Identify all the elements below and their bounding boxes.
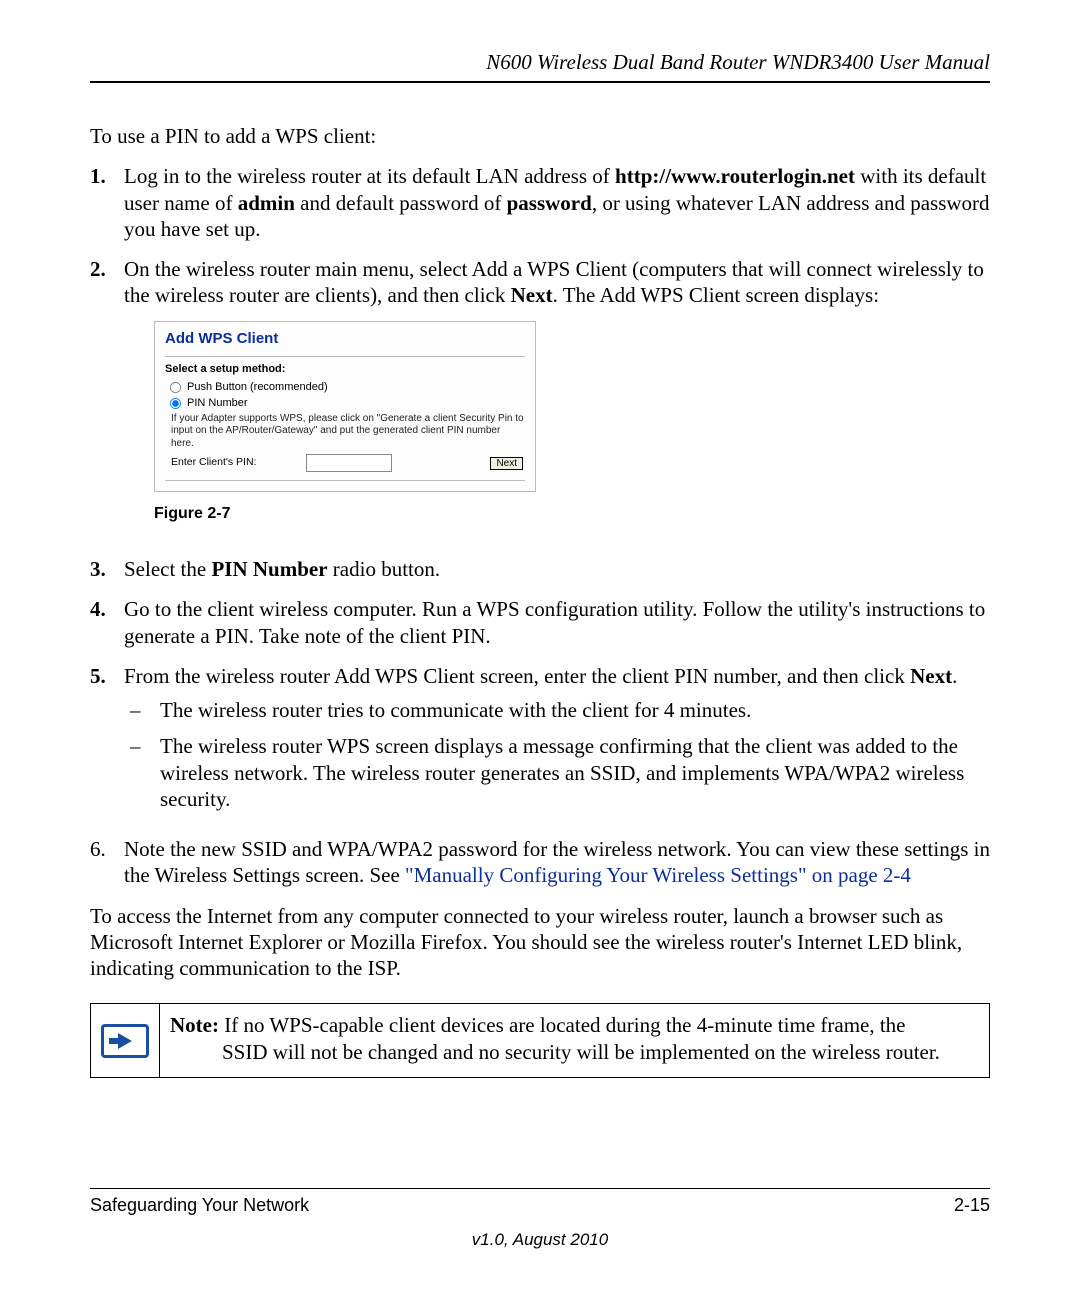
enter-pin-label: Enter Client's PIN: bbox=[171, 456, 256, 469]
step-number-3: 3. bbox=[90, 556, 124, 582]
radio-push-button[interactable]: Push Button (recommended) bbox=[169, 381, 525, 395]
radio-pin-input[interactable] bbox=[170, 398, 181, 409]
step-number-2: 2. bbox=[90, 256, 124, 542]
step-number-1: 1. bbox=[90, 163, 124, 242]
arrow-right-icon bbox=[101, 1024, 149, 1058]
step-number-5: 5. bbox=[90, 663, 124, 822]
step5-bullet-2: The wireless router WPS screen displays … bbox=[160, 733, 990, 812]
dash-bullet: – bbox=[124, 733, 160, 812]
footer-version: v1.0, August 2010 bbox=[90, 1230, 990, 1250]
dash-bullet: – bbox=[124, 697, 160, 723]
footer-section: Safeguarding Your Network bbox=[90, 1195, 309, 1216]
wps-select-label: Select a setup method: bbox=[165, 363, 525, 377]
figure-caption: Figure 2-7 bbox=[154, 504, 990, 524]
step-3-content: Select the PIN Number radio button. bbox=[124, 556, 990, 582]
step-4-content: Go to the client wireless computer. Run … bbox=[124, 596, 990, 649]
radio-pin-number[interactable]: PIN Number bbox=[169, 397, 525, 411]
step-number-4: 4. bbox=[90, 596, 124, 649]
step-5-content: From the wireless router Add WPS Client … bbox=[124, 663, 990, 822]
wps-title: Add WPS Client bbox=[165, 330, 525, 349]
step-6-content: Note the new SSID and WPA/WPA2 password … bbox=[124, 836, 990, 889]
note-text: Note: If no WPS-capable client devices a… bbox=[160, 1004, 952, 1077]
intro-text: To use a PIN to add a WPS client: bbox=[90, 123, 990, 149]
manual-config-link[interactable]: "Manually Configuring Your Wireless Sett… bbox=[405, 863, 911, 887]
step5-bullet-1: The wireless router tries to communicate… bbox=[160, 697, 990, 723]
page-header: N600 Wireless Dual Band Router WNDR3400 … bbox=[90, 50, 990, 83]
step-1-content: Log in to the wireless router at its def… bbox=[124, 163, 990, 242]
step-number-6: 6. bbox=[90, 836, 124, 889]
note-box: Note: If no WPS-capable client devices a… bbox=[90, 1003, 990, 1078]
wps-screenshot: Add WPS Client Select a setup method: Pu… bbox=[154, 321, 536, 493]
next-button[interactable]: Next bbox=[490, 457, 523, 470]
client-pin-input[interactable] bbox=[306, 454, 392, 472]
radio-push-input[interactable] bbox=[170, 382, 181, 393]
access-internet-para: To access the Internet from any computer… bbox=[90, 903, 990, 982]
footer-page: 2-15 bbox=[954, 1195, 990, 1216]
step-2-content: On the wireless router main menu, select… bbox=[124, 256, 990, 542]
wps-help-text: If your Adapter supports WPS, please cli… bbox=[171, 413, 525, 451]
